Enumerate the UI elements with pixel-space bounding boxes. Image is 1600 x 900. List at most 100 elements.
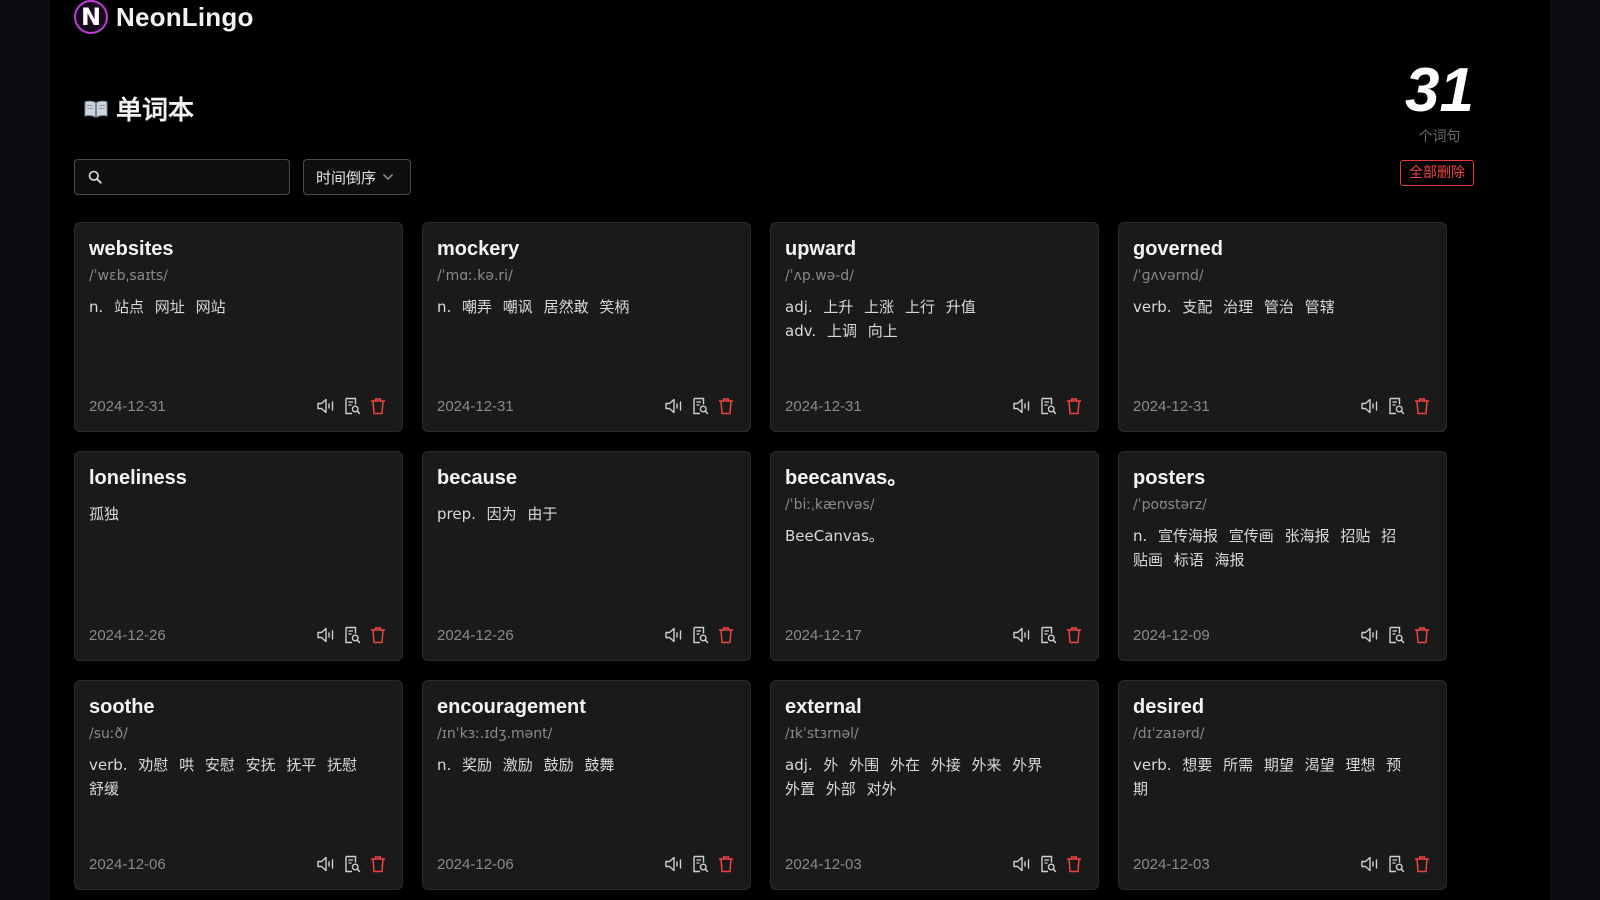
card-definition-line: adv. 上调 向上 bbox=[785, 322, 898, 340]
detail-button[interactable] bbox=[342, 396, 362, 416]
speak-button[interactable] bbox=[664, 625, 684, 645]
speak-button[interactable] bbox=[1012, 625, 1032, 645]
card-date: 2024-12-06 bbox=[89, 855, 166, 873]
speak-button[interactable] bbox=[1012, 396, 1032, 416]
card-date: 2024-12-03 bbox=[785, 855, 862, 873]
speak-button[interactable] bbox=[1012, 854, 1032, 874]
card-definitions: n. 奖励 激励 鼓励 鼓舞 bbox=[437, 753, 736, 777]
delete-button[interactable] bbox=[716, 854, 736, 874]
detail-button[interactable] bbox=[1038, 396, 1058, 416]
delete-button[interactable] bbox=[368, 854, 388, 874]
delete-button[interactable] bbox=[368, 625, 388, 645]
speak-button[interactable] bbox=[1360, 854, 1380, 874]
speaker-icon bbox=[665, 856, 682, 872]
word-card[interactable]: posters /ˈpoʊstərz/ n. 宣传海报 宣传画 张海报 招贴 招… bbox=[1118, 451, 1447, 661]
word-card[interactable]: upward /ˈʌp.wə-d/ adj. 上升 上涨 上行 升值 adv. 上… bbox=[770, 222, 1099, 432]
detail-button[interactable] bbox=[1386, 396, 1406, 416]
word-counter: 31 个词句 bbox=[1405, 60, 1474, 146]
delete-button[interactable] bbox=[1064, 396, 1084, 416]
search-input[interactable] bbox=[108, 169, 278, 185]
card-word: external bbox=[785, 696, 862, 718]
delete-button[interactable] bbox=[1412, 854, 1432, 874]
card-date: 2024-12-31 bbox=[785, 397, 862, 415]
delete-button[interactable] bbox=[716, 625, 736, 645]
card-definitions: verb. 支配 治理 管治 管辖 bbox=[1133, 295, 1432, 319]
sort-select[interactable]: 时间倒序 bbox=[303, 159, 411, 195]
card-date: 2024-12-31 bbox=[89, 397, 166, 415]
card-footer: 2024-12-03 bbox=[785, 853, 1084, 875]
card-footer: 2024-12-03 bbox=[1133, 853, 1432, 875]
word-card[interactable]: mockery /ˈmɑː.kə.ri/ n. 嘲弄 嘲讽 居然敢 笑柄 202… bbox=[422, 222, 751, 432]
detail-button[interactable] bbox=[690, 625, 710, 645]
word-card[interactable]: desired /dɪˈzaɪərd/ verb. 想要 所需 期望 渴望 理想… bbox=[1118, 680, 1447, 890]
card-definitions: n. 嘲弄 嘲讽 居然敢 笑柄 bbox=[437, 295, 736, 319]
card-word: loneliness bbox=[89, 467, 187, 489]
detail-button[interactable] bbox=[1038, 854, 1058, 874]
card-word: governed bbox=[1133, 238, 1224, 260]
word-card[interactable]: encouragement /ɪnˈkɜː.ɪdʒ.mənt/ n. 奖励 激励… bbox=[422, 680, 751, 890]
speaker-icon bbox=[317, 627, 334, 643]
speak-button[interactable] bbox=[316, 854, 336, 874]
detail-button[interactable] bbox=[690, 396, 710, 416]
delete-button[interactable] bbox=[716, 396, 736, 416]
word-card[interactable]: because prep. 因为 由于 2024-12-26 bbox=[422, 451, 751, 661]
speak-button[interactable] bbox=[664, 854, 684, 874]
detail-button[interactable] bbox=[342, 625, 362, 645]
detail-icon bbox=[345, 855, 361, 873]
detail-button[interactable] bbox=[1386, 854, 1406, 874]
card-word: beecanvas。 bbox=[785, 467, 908, 489]
detail-button[interactable] bbox=[690, 854, 710, 874]
card-actions bbox=[316, 396, 388, 416]
page-title-text: 单词本 bbox=[116, 95, 195, 125]
card-word: desired bbox=[1133, 696, 1205, 718]
detail-icon bbox=[345, 397, 361, 415]
brand-logo-letter: N bbox=[80, 3, 102, 31]
card-phonetic: /ˈwɛbˌsaɪts/ bbox=[89, 268, 168, 284]
card-word: upward bbox=[785, 238, 857, 260]
chevron-down-icon bbox=[383, 174, 394, 180]
card-actions bbox=[1360, 396, 1432, 416]
card-phonetic: /ɪkˈstɜrnəl/ bbox=[785, 726, 859, 742]
word-card[interactable]: external /ɪkˈstɜrnəl/ adj. 外 外围 外在 外接 外来… bbox=[770, 680, 1099, 890]
delete-button[interactable] bbox=[1064, 625, 1084, 645]
card-date: 2024-12-31 bbox=[437, 397, 514, 415]
word-card[interactable]: websites /ˈwɛbˌsaɪts/ n. 站点 网址 网站 2024-1… bbox=[74, 222, 403, 432]
trash-icon bbox=[718, 627, 734, 644]
brand-name: NeonLingo bbox=[116, 1, 254, 32]
word-card[interactable]: beecanvas。 /ˈbiːˌkænvəs/ BeeCanvas。 2024… bbox=[770, 451, 1099, 661]
speak-button[interactable] bbox=[1360, 396, 1380, 416]
card-phonetic: /suːð/ bbox=[89, 726, 128, 742]
speak-button[interactable] bbox=[316, 396, 336, 416]
delete-all-button[interactable]: 全部删除 bbox=[1400, 160, 1474, 186]
delete-button[interactable] bbox=[1064, 854, 1084, 874]
delete-button[interactable] bbox=[1412, 625, 1432, 645]
delete-button[interactable] bbox=[368, 396, 388, 416]
speaker-icon bbox=[1013, 398, 1030, 414]
card-footer: 2024-12-26 bbox=[89, 624, 388, 646]
card-actions bbox=[316, 625, 388, 645]
detail-icon bbox=[693, 855, 709, 873]
card-phonetic: /ˈɡʌvərnd/ bbox=[1133, 268, 1204, 284]
card-phonetic: /ˈmɑː.kə.ri/ bbox=[437, 268, 513, 284]
speak-button[interactable] bbox=[1360, 625, 1380, 645]
brand[interactable]: N NeonLingo bbox=[74, 0, 254, 34]
word-card[interactable]: governed /ˈɡʌvərnd/ verb. 支配 治理 管治 管辖 20… bbox=[1118, 222, 1447, 432]
detail-button[interactable] bbox=[1386, 625, 1406, 645]
detail-icon bbox=[1041, 855, 1057, 873]
delete-button[interactable] bbox=[1412, 396, 1432, 416]
detail-button[interactable] bbox=[342, 854, 362, 874]
search-box[interactable] bbox=[74, 159, 290, 195]
trash-icon bbox=[370, 627, 386, 644]
card-definition-line: n. 宣传海报 宣传画 张海报 招贴 招 bbox=[1133, 527, 1397, 545]
speak-button[interactable] bbox=[316, 625, 336, 645]
card-phonetic: /ˈbiːˌkænvəs/ bbox=[785, 497, 875, 513]
page-title: 单词本 bbox=[84, 90, 194, 127]
card-definition-line: 舒缓 bbox=[89, 780, 120, 798]
card-actions bbox=[664, 854, 736, 874]
speak-button[interactable] bbox=[664, 396, 684, 416]
card-definition-line: 外置 外部 对外 bbox=[785, 780, 897, 798]
card-definitions: n. 站点 网址 网站 bbox=[89, 295, 388, 319]
word-card[interactable]: soothe /suːð/ verb. 劝慰 哄 安慰 安抚 抚平 抚慰 舒缓 2… bbox=[74, 680, 403, 890]
word-card[interactable]: loneliness 孤独 2024-12-26 bbox=[74, 451, 403, 661]
detail-button[interactable] bbox=[1038, 625, 1058, 645]
